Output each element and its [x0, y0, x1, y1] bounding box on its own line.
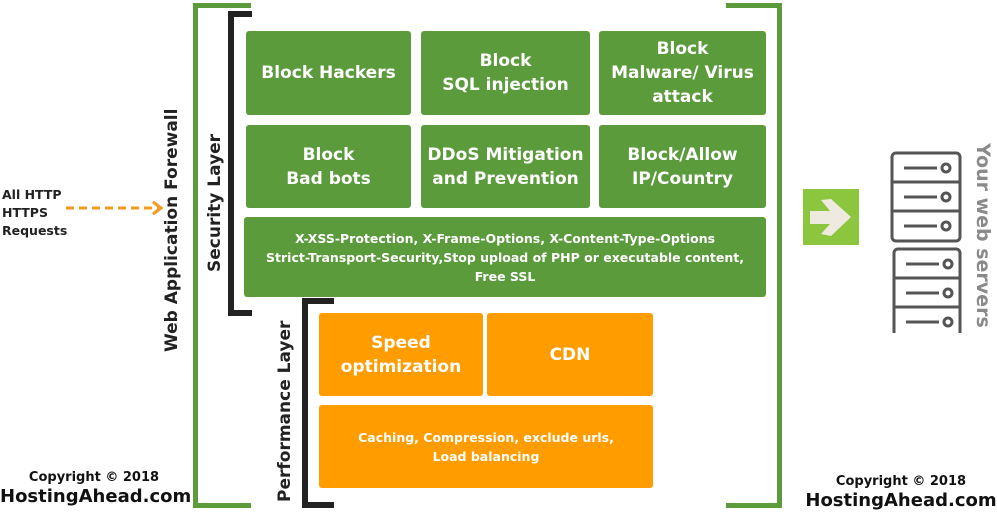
http-requests-line: Requests [2, 223, 68, 238]
security-headers-box: X-XSS-Protection, X-Frame-Options, X-Con… [244, 217, 766, 297]
http-requests-line: HTTPS [2, 205, 48, 220]
security-box: Block Malware/ Virus attack [599, 31, 766, 115]
security-box: Block SQL injection [421, 31, 590, 115]
server-rack-icon [890, 151, 962, 333]
performance-box: CDN [487, 313, 653, 396]
security-box: Block Bad bots [246, 125, 411, 208]
brand-link: HostingAhead.com [805, 490, 997, 511]
security-box: Block/Allow IP/Country [599, 125, 766, 208]
security-layer-label: Security Layer [205, 133, 225, 272]
copyright-text: Copyright © 2018 [835, 474, 967, 489]
waf-title: Web Application Forewall [162, 108, 182, 352]
dashed-arrow-right-icon [66, 200, 164, 216]
performance-box: Speed optimization [319, 313, 483, 396]
servers-label: Your web servers [972, 143, 994, 328]
performance-layer-label: Performance Layer [275, 320, 295, 502]
security-box: Block Hackers [246, 31, 411, 115]
copyright-right: Copyright © 2018 HostingAhead.com [805, 474, 997, 512]
copyright-left: Copyright © 2018 HostingAhead.com [0, 470, 192, 508]
brand-link: HostingAhead.com [0, 486, 192, 507]
caching-box: Caching, Compression, exclude urls, Load… [319, 405, 653, 488]
http-requests-line: All HTTP [2, 187, 62, 202]
arrow-right-icon [803, 189, 859, 245]
security-box: DDoS Mitigation and Prevention [421, 125, 590, 208]
copyright-text: Copyright © 2018 [28, 470, 160, 485]
http-requests-label: All HTTP HTTPS Requests [2, 186, 67, 240]
